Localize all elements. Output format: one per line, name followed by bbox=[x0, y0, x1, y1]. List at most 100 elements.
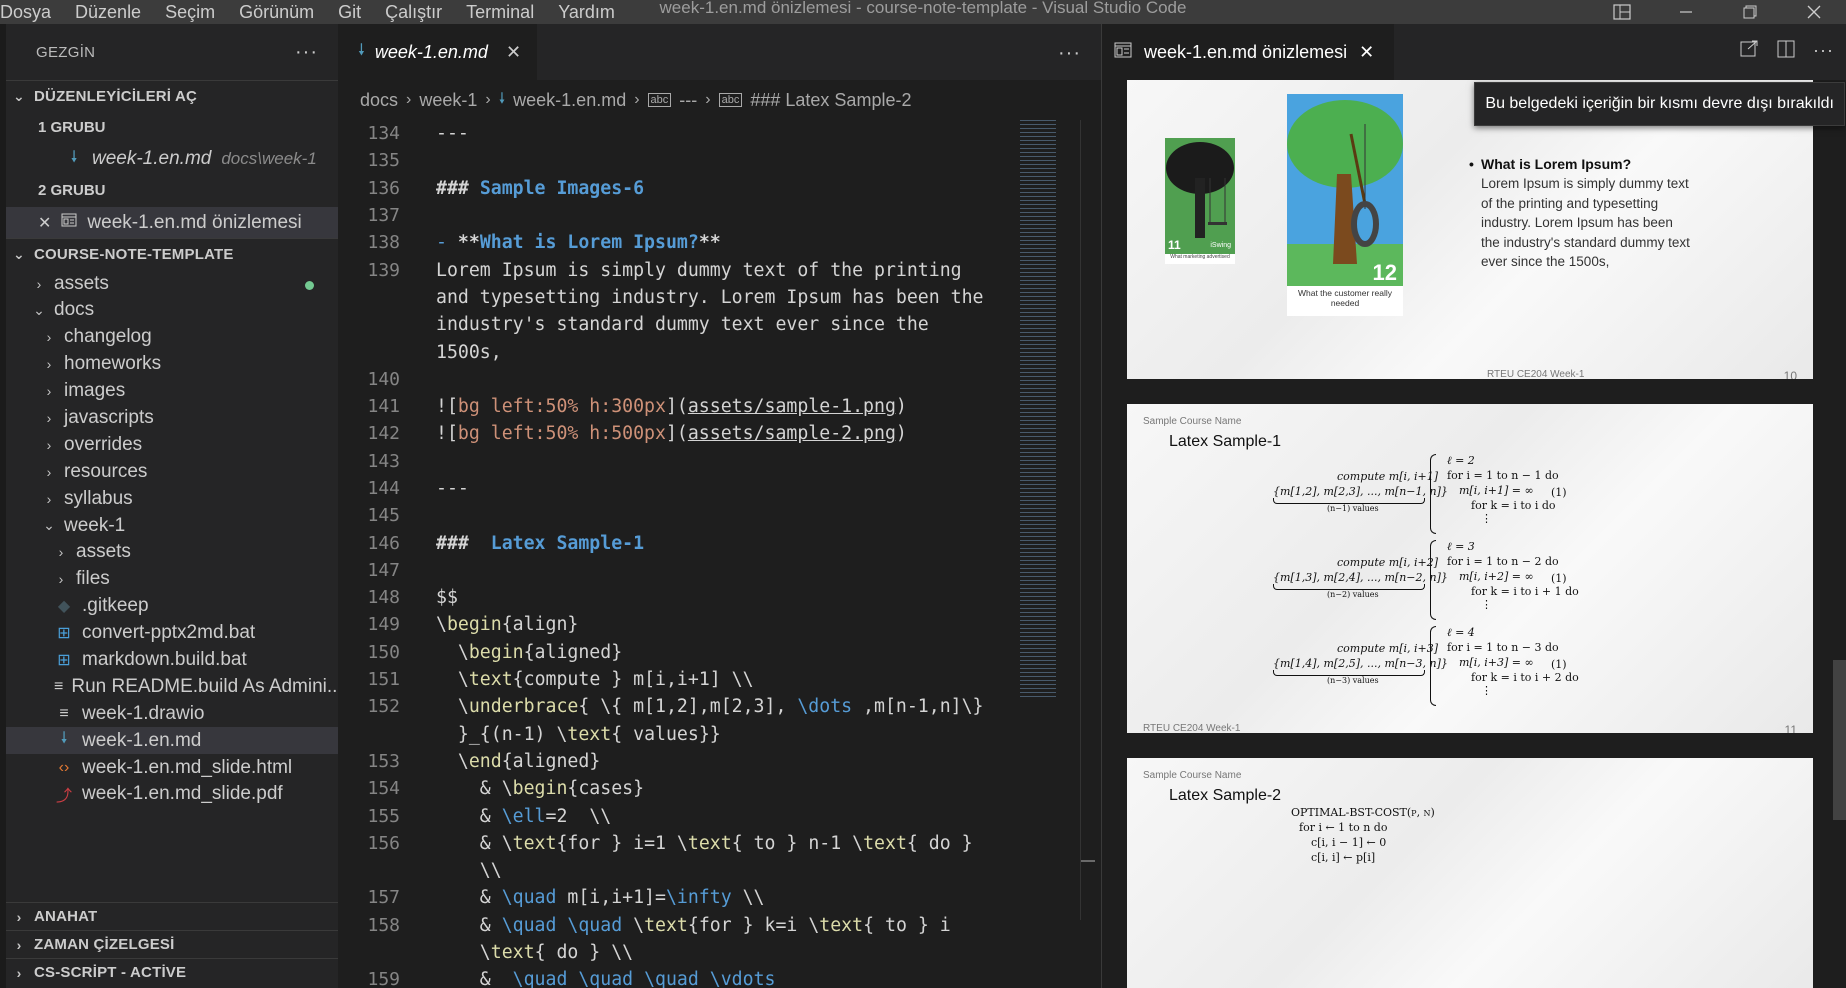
tree-item[interactable]: › assets bbox=[6, 539, 338, 566]
tree-item[interactable]: › files bbox=[6, 566, 338, 593]
code-line[interactable]: 158 & \quad \quad \text{for } k=i \text{… bbox=[338, 912, 1018, 939]
tree-item[interactable]: ⊞ markdown.build.bat bbox=[6, 647, 338, 674]
tree-item[interactable]: ≡ Run README.build As Admini... bbox=[6, 673, 343, 700]
tree-item[interactable]: › changelog bbox=[6, 324, 338, 351]
code-line[interactable]: 151 \text{compute } m[i,i+1] \\ bbox=[338, 666, 1018, 693]
code-line[interactable]: 159 & \quad \quad \quad \vdots bbox=[338, 966, 1018, 988]
more-actions-icon[interactable]: ··· bbox=[1813, 40, 1834, 63]
minimap[interactable] bbox=[1020, 120, 1056, 700]
code-line[interactable]: industry's standard dummy text ever sinc… bbox=[338, 311, 1018, 338]
code-line[interactable]: \text{ do } \\ bbox=[338, 939, 1018, 966]
code-line[interactable]: 156 & \text{for } i=1 \text{ to } n-1 \t… bbox=[338, 830, 1018, 857]
code-line[interactable]: 147 bbox=[338, 557, 1018, 584]
code-line[interactable]: 152 \underbrace{ \{ m[1,2],m[2,3], \dots… bbox=[338, 693, 1018, 720]
close-window-icon[interactable] bbox=[1782, 0, 1846, 24]
tree-item[interactable]: › homeworks bbox=[6, 351, 338, 378]
code-line[interactable]: \\ bbox=[338, 857, 1018, 884]
tree-item[interactable]: ◆ .gitkeep bbox=[6, 593, 338, 620]
preview-scrollbar[interactable] bbox=[1833, 660, 1846, 820]
code-line[interactable]: 155 & \ell=2 \\ bbox=[338, 802, 1018, 829]
breadcrumb-item[interactable]: ### Latex Sample-2 bbox=[750, 90, 911, 111]
code-line[interactable]: 153 \end{aligned} bbox=[338, 748, 1018, 775]
cs-script-section[interactable]: › CS-SCRİPT - ACTİVE bbox=[6, 958, 338, 986]
tree-item-label: images bbox=[64, 380, 126, 402]
code-line[interactable]: 137 bbox=[338, 202, 1018, 229]
preview-body[interactable]: 11 iSwing What marketing advertised 12 W… bbox=[1102, 80, 1846, 988]
breadcrumb-item[interactable]: --- bbox=[679, 90, 697, 111]
code-line[interactable]: 146 ### Latex Sample-1 bbox=[338, 529, 1018, 556]
tree-item[interactable]: ⊞ convert-pptx2md.bat bbox=[6, 620, 338, 647]
tab-preview[interactable]: week-1.en.md önizlemesi ✕ bbox=[1102, 24, 1395, 80]
menu-git[interactable]: Git bbox=[326, 3, 373, 21]
code-line[interactable]: 144 --- bbox=[338, 475, 1018, 502]
code-line[interactable]: 139 Lorem Ipsum is simply dummy text of t… bbox=[338, 256, 1018, 283]
math-values: (n−2) values bbox=[1327, 590, 1379, 599]
code-line[interactable]: 141 ![bg left:50% h:300px](assets/sample-… bbox=[338, 393, 1018, 420]
minimize-icon[interactable] bbox=[1654, 0, 1718, 24]
breadcrumb-item[interactable]: week-1.en.md bbox=[513, 90, 626, 111]
menu-gorunum[interactable]: Görünüm bbox=[227, 3, 326, 21]
line-text: ### Latex Sample-1 bbox=[436, 532, 645, 554]
content-disabled-notice[interactable]: Bu belgedeki içeriğin bir kısmı devre dı… bbox=[1474, 82, 1845, 126]
tree-item[interactable]: › syllabus bbox=[6, 485, 338, 512]
tree-item[interactable]: › resources bbox=[6, 458, 338, 485]
layout-icon[interactable] bbox=[1590, 0, 1654, 24]
code-line[interactable]: 138 - **What is Lorem Ipsum?** bbox=[338, 229, 1018, 256]
close-icon[interactable]: ✕ bbox=[1359, 42, 1374, 63]
project-section[interactable]: ⌄ COURSE-NOTE-TEMPLATE bbox=[6, 238, 338, 270]
code-line[interactable]: 154 & \begin{cases} bbox=[338, 775, 1018, 802]
markdown-file-icon: 🠗 bbox=[60, 730, 68, 748]
code-area[interactable]: 134 --- 135 136 ### Sample Images-6 137 138 - *… bbox=[338, 120, 1018, 988]
outline-section[interactable]: › ANAHAT bbox=[6, 902, 338, 930]
menu-yardim[interactable]: Yardım bbox=[546, 3, 627, 21]
menu-calistir[interactable]: Çalıştır bbox=[373, 3, 454, 21]
code-line[interactable]: 135 bbox=[338, 147, 1018, 174]
code-line[interactable]: 134 --- bbox=[338, 120, 1018, 147]
tree-item[interactable]: › overrides bbox=[6, 431, 338, 458]
tree-item[interactable]: › assets bbox=[6, 270, 338, 297]
code-line[interactable]: 1500s, bbox=[338, 338, 1018, 365]
breadcrumb-item[interactable]: docs bbox=[360, 90, 398, 111]
math-fork: for k = i to i + 1 do bbox=[1471, 585, 1579, 598]
tree-item[interactable]: ⤴ week-1.en.md_slide.pdf bbox=[6, 781, 338, 808]
code-line[interactable]: 143 bbox=[338, 448, 1018, 475]
open-editor-preview[interactable]: ✕ week-1.en.md önizlemesi bbox=[6, 206, 338, 239]
tree-item[interactable]: › javascripts bbox=[6, 405, 338, 432]
open-source-icon[interactable] bbox=[1739, 40, 1759, 63]
tree-item[interactable]: ⌄ docs bbox=[6, 297, 338, 324]
code-line[interactable]: 136 ### Sample Images-6 bbox=[338, 175, 1018, 202]
timeline-section[interactable]: › ZAMAN ÇİZELGESİ bbox=[6, 930, 338, 958]
breadcrumb-item[interactable]: week-1 bbox=[419, 90, 477, 111]
code-line[interactable]: 150 \begin{aligned} bbox=[338, 639, 1018, 666]
tree-item[interactable]: ⌄ week-1 bbox=[6, 512, 338, 539]
menu-dosya[interactable]: Dosya bbox=[0, 3, 63, 21]
tree-item[interactable]: 🠗 week-1.en.md bbox=[6, 727, 338, 755]
restore-icon[interactable] bbox=[1718, 0, 1782, 24]
tab-label: week-1.en.md bbox=[374, 41, 488, 62]
code-line[interactable]: 148 $$ bbox=[338, 584, 1018, 611]
code-line[interactable]: and typesetting industry. Lorem Ipsum ha… bbox=[338, 284, 1018, 311]
code-line[interactable]: 145 bbox=[338, 502, 1018, 529]
tab-week1-md[interactable]: 🠗 week-1.en.md ✕ bbox=[338, 24, 538, 80]
tree-item[interactable]: ≡ week-1.drawio bbox=[6, 700, 338, 727]
more-actions-icon[interactable]: ··· bbox=[1058, 42, 1081, 65]
close-icon[interactable]: ✕ bbox=[506, 42, 521, 63]
open-editor-week1-md[interactable]: 🠗 week-1.en.md docs\week-1 bbox=[6, 143, 338, 175]
string-symbol-icon: abc bbox=[718, 93, 743, 107]
menu-secim[interactable]: Seçim bbox=[153, 3, 227, 21]
code-line[interactable]: 140 bbox=[338, 366, 1018, 393]
close-icon[interactable]: ✕ bbox=[38, 213, 51, 233]
more-actions-icon[interactable]: ··· bbox=[295, 41, 318, 64]
code-line[interactable]: 142 ![bg left:50% h:500px](assets/sample-… bbox=[338, 420, 1018, 447]
line-number: 137 bbox=[367, 205, 400, 227]
tree-item[interactable]: ‹› week-1.en.md_slide.html bbox=[6, 754, 338, 781]
split-editor-icon[interactable] bbox=[1777, 40, 1795, 63]
code-line[interactable]: }_{(n-1) \text{ values}} bbox=[338, 721, 1018, 748]
code-line[interactable]: 157 & \quad m[i,i+1]=\infty \\ bbox=[338, 884, 1018, 911]
menu-duzenle[interactable]: Düzenle bbox=[63, 3, 153, 21]
open-editors-section[interactable]: ⌄ DÜZENLEYİCİLERİ AÇ bbox=[6, 80, 338, 112]
menu-terminal[interactable]: Terminal bbox=[454, 3, 546, 21]
editor-scrollbar[interactable] bbox=[1080, 120, 1095, 920]
tree-item[interactable]: › images bbox=[6, 378, 338, 405]
code-line[interactable]: 149 \begin{align} bbox=[338, 611, 1018, 638]
